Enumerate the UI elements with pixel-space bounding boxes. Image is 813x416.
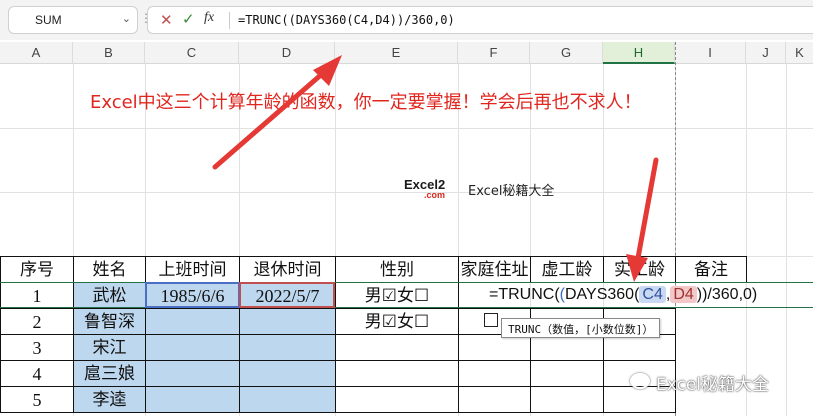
cell-start-date[interactable] xyxy=(145,360,240,387)
cell-name[interactable]: 鲁智深 xyxy=(73,308,146,335)
cell-seq[interactable]: 4 xyxy=(0,360,74,387)
column-header-d[interactable]: D xyxy=(239,42,335,64)
cell-gender[interactable]: 男☑女☐ xyxy=(335,308,459,335)
column-header-f[interactable]: F xyxy=(458,42,530,64)
formula-bar: SUM ⌄ ⋮ ✕ ✓ fx =TRUNC((DAYS360(C4,D4))/3… xyxy=(0,0,813,40)
excel2-logo: Excel2 .com xyxy=(404,177,445,200)
ref-border-c4 xyxy=(145,282,240,308)
cell-name[interactable]: 扈三娘 xyxy=(73,360,146,387)
header-seq[interactable]: 序号 xyxy=(0,256,74,283)
cell-name[interactable]: 宋江 xyxy=(73,334,146,361)
formula-input-area[interactable]: ⋮ ✕ ✓ fx =TRUNC((DAYS360(C4,D4))/360,0) xyxy=(140,6,813,34)
formula-arg-d4: D4 xyxy=(670,286,697,303)
cell-nominal-seniority[interactable] xyxy=(530,334,604,361)
column-header-e[interactable]: E xyxy=(335,42,458,64)
formula-suffix: ))/360,0) xyxy=(696,286,758,303)
function-tooltip: TRUNC（数值，[小数位数]） xyxy=(501,318,661,338)
cell-actual-seniority[interactable] xyxy=(603,334,676,361)
cell-retire-date[interactable] xyxy=(239,386,336,413)
cell-retire-date[interactable] xyxy=(239,334,336,361)
cell-gender[interactable] xyxy=(335,334,459,361)
ref-border-d4 xyxy=(239,282,335,308)
logo-domain: .com xyxy=(424,190,446,200)
column-header-j[interactable]: J xyxy=(746,42,786,64)
cell-seq[interactable]: 3 xyxy=(0,334,74,361)
column-header-i[interactable]: I xyxy=(675,42,746,64)
divider xyxy=(229,12,230,29)
formula-arg-c4: C4 xyxy=(639,286,666,303)
cell-seq[interactable]: 5 xyxy=(0,386,74,413)
formula-prefix: =TRUNC( xyxy=(489,286,560,303)
cancel-icon[interactable]: ✕ xyxy=(160,11,173,29)
cell-gender[interactable] xyxy=(335,386,459,413)
in-cell-formula-editor[interactable]: =TRUNC((DAYS360(C4, D4))/360,0) xyxy=(489,286,757,304)
column-header-bar: A B C D E F G H I J K xyxy=(0,42,813,64)
header-actual-seniority[interactable]: 实工龄 xyxy=(603,256,676,283)
header-retire-date[interactable]: 退休时间 xyxy=(239,256,336,283)
checkbox-icon[interactable] xyxy=(484,313,498,327)
cell-start-date[interactable] xyxy=(145,334,240,361)
cell-retire-date[interactable] xyxy=(239,308,336,335)
column-header-c[interactable]: C xyxy=(145,42,239,64)
name-box[interactable]: SUM ⌄ xyxy=(8,6,138,34)
column-header-g[interactable]: G xyxy=(530,42,603,64)
cell-address[interactable] xyxy=(458,386,531,413)
column-header-a[interactable]: A xyxy=(0,42,73,64)
watermark-text: Excel秘籍大全 xyxy=(656,375,770,395)
formula-text[interactable]: =TRUNC((DAYS360(C4,D4))/360,0) xyxy=(238,13,455,27)
cell-nominal-seniority[interactable] xyxy=(530,386,604,413)
confirm-icon[interactable]: ✓ xyxy=(182,10,195,28)
cell-retire-date[interactable] xyxy=(239,360,336,387)
column-header-k[interactable]: K xyxy=(786,42,813,64)
wechat-icon xyxy=(630,373,650,389)
cell-seq[interactable]: 2 xyxy=(0,308,74,335)
cell-start-date[interactable] xyxy=(145,386,240,413)
header-remarks[interactable]: 备注 xyxy=(675,256,747,283)
more-icon[interactable]: ⋮ xyxy=(140,11,152,25)
cell-gender[interactable] xyxy=(335,360,459,387)
chevron-down-icon[interactable]: ⌄ xyxy=(122,12,131,25)
cell-address[interactable] xyxy=(458,334,531,361)
column-header-b[interactable]: B xyxy=(73,42,145,64)
header-nominal-seniority[interactable]: 虚工龄 xyxy=(530,256,604,283)
headline-text: Excel中这三个计算年龄的函数，你一定要掌握！学会后再也不求人！ xyxy=(90,92,642,113)
insert-function-icon[interactable]: fx xyxy=(204,10,214,26)
cell-nominal-seniority[interactable] xyxy=(530,360,604,387)
header-address[interactable]: 家庭住址 xyxy=(458,256,531,283)
brand-label: Excel秘籍大全 xyxy=(468,184,555,199)
header-name[interactable]: 姓名 xyxy=(73,256,146,283)
cell-address[interactable] xyxy=(458,360,531,387)
cell-name[interactable]: 李逵 xyxy=(73,386,146,413)
header-gender[interactable]: 性别 xyxy=(335,256,459,283)
column-header-h[interactable]: H xyxy=(603,42,675,64)
header-start-date[interactable]: 上班时间 xyxy=(145,256,240,283)
name-box-value: SUM xyxy=(35,13,62,27)
formula-function: DAYS360( xyxy=(565,286,640,303)
cell-start-date[interactable] xyxy=(145,308,240,335)
